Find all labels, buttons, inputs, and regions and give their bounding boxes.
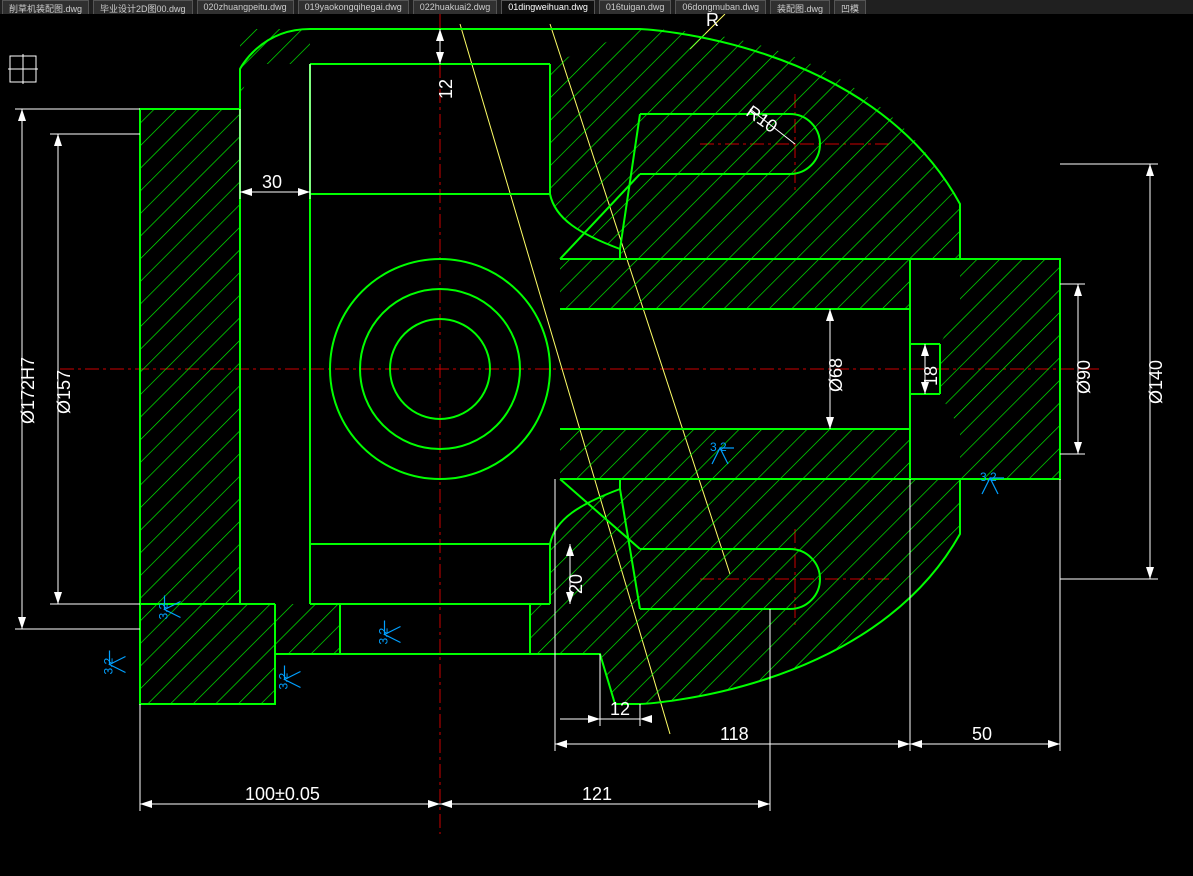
dim-d157: Ø157 (54, 370, 75, 414)
tab-1[interactable]: 毕业设计2D图00.dwg (93, 0, 193, 14)
tab-7[interactable]: 06dongmuban.dwg (675, 0, 766, 14)
dim-50: 50 (972, 724, 992, 745)
surface-finish-5: 3.2 (281, 664, 306, 690)
file-tabs: 削草机装配图.dwg 毕业设计2D图00.dwg 020zhuangpeitu.… (0, 0, 1193, 14)
dim-d68: Ø68 (826, 358, 847, 392)
dim-r: R (706, 10, 719, 31)
surface-finish-1: 3.2 (710, 444, 736, 469)
dim-30: 30 (262, 172, 282, 193)
tab-9[interactable]: 凹模 (834, 0, 866, 14)
dim-d90: Ø90 (1074, 360, 1095, 394)
surface-finish-2: 3.2 (980, 474, 1006, 499)
dim-d140: Ø140 (1146, 360, 1167, 404)
dim-18: 18 (921, 366, 942, 386)
dim-121: 121 (582, 784, 612, 805)
drawing-svg (0, 14, 1193, 844)
tab-3[interactable]: 019yaokongqihegai.dwg (298, 0, 409, 14)
surface-finish-6: 3.2 (381, 619, 406, 645)
tab-2[interactable]: 020zhuangpeitu.dwg (197, 0, 294, 14)
dim-12b: 12 (610, 699, 630, 720)
tab-5[interactable]: 01dingweihuan.dwg (501, 0, 595, 14)
surface-finish-3: 3.2 (161, 594, 186, 620)
tab-4[interactable]: 022huakuai2.dwg (413, 0, 498, 14)
tab-6[interactable]: 016tuigan.dwg (599, 0, 672, 14)
dim-100: 100±0.05 (245, 784, 320, 805)
drawing-canvas[interactable]: Ø172H7 Ø157 30 12 Ø68 18 Ø90 Ø140 20 12 … (0, 14, 1193, 844)
tab-8[interactable]: 装配图.dwg (770, 0, 830, 14)
dim-118: 118 (720, 724, 749, 745)
tab-0[interactable]: 削草机装配图.dwg (2, 0, 89, 14)
surface-finish-4: 3.2 (106, 649, 131, 675)
dim-20: 20 (566, 574, 587, 594)
dim-12a: 12 (436, 79, 457, 99)
dim-d172h7: Ø172H7 (18, 357, 39, 424)
